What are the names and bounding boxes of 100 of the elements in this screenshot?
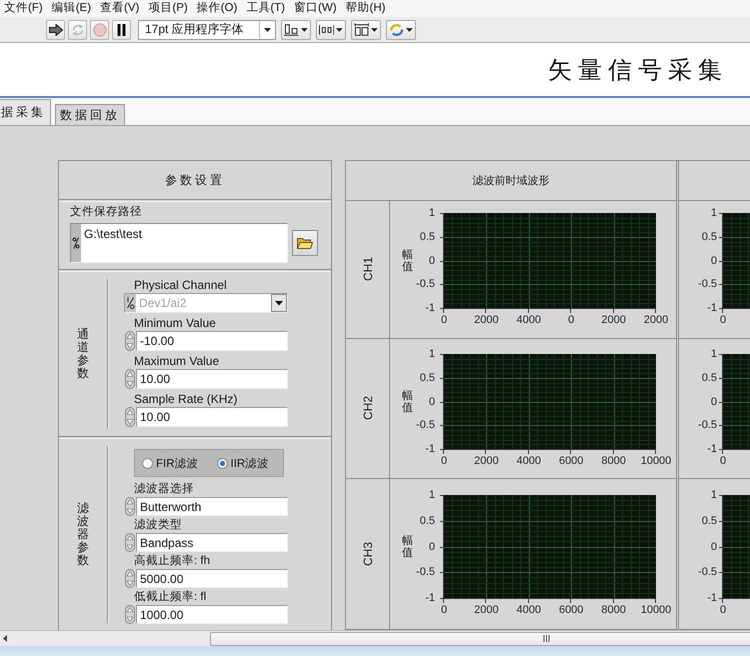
y-tick-label: 1 <box>710 488 717 502</box>
x-tick-label: 8000 <box>601 454 626 468</box>
run-button[interactable] <box>46 20 65 40</box>
x-axis <box>722 598 750 603</box>
y-tick-label: 1 <box>428 347 435 361</box>
reorder-menu-button[interactable] <box>386 20 416 40</box>
value-field[interactable]: 1000.00 <box>136 605 288 624</box>
spin-arrows-icon[interactable] <box>124 605 136 624</box>
pause-button[interactable] <box>112 20 131 40</box>
menu-item[interactable]: 项目(P) <box>148 1 188 16</box>
grip-icon <box>543 635 550 642</box>
caret-icon <box>301 28 308 32</box>
spin-arrows-icon[interactable] <box>124 369 136 389</box>
value-field[interactable]: 10.00 <box>136 369 288 389</box>
resize-menu-button[interactable] <box>351 20 381 40</box>
field-label: 高截止频率: fh <box>133 554 211 569</box>
field-label: 文件保存路径 <box>70 205 143 219</box>
y-tick-label: 0 <box>428 540 435 554</box>
x-tick-label: 2000 <box>474 454 499 468</box>
arrow-icon <box>48 24 62 36</box>
value-field[interactable]: 5000.00 <box>136 569 288 588</box>
field-label: Minimum Value <box>133 315 217 331</box>
y-tick-label: -0.5 <box>416 565 435 580</box>
y-tick-label: 0 <box>428 394 435 408</box>
align-menu-button[interactable] <box>281 20 311 40</box>
value-field[interactable]: Bandpass <box>136 533 288 552</box>
value-field[interactable]: -10.00 <box>136 331 288 351</box>
caret-icon <box>406 28 413 32</box>
menu-item[interactable]: 编辑(E) <box>52 1 92 16</box>
y-tick-label: 0.5 <box>420 370 435 385</box>
y-tick-label: -1 <box>425 442 435 456</box>
column-title: 滤波前时域波形 <box>472 174 550 188</box>
y-tick-label: 0 <box>710 540 717 554</box>
y-tick-label: 1 <box>710 206 717 220</box>
scrollbar-thumb[interactable] <box>210 632 750 646</box>
scroll-left-icon[interactable] <box>3 635 7 642</box>
panel-title: 矢量信号采集 <box>548 56 728 86</box>
x-tick-label: 6000 <box>558 603 584 617</box>
menu-item[interactable]: 窗口(W) <box>294 1 337 16</box>
y-tick-label: -1 <box>707 591 717 605</box>
tab[interactable]: 据采集 <box>0 99 51 125</box>
x-tick-label: 4000 <box>516 603 542 617</box>
y-tick-label: 1 <box>710 347 717 361</box>
field-label: Physical Channel <box>133 277 228 293</box>
y-tick-label: 0.5 <box>702 370 717 385</box>
tab[interactable]: 数据回放 <box>55 104 125 125</box>
radio-option[interactable]: FIR滤波 <box>142 456 199 470</box>
channel-label: CH1 <box>360 257 374 282</box>
browse-button[interactable] <box>292 230 318 256</box>
x-tick-label: 2000 <box>601 313 626 327</box>
y-tick-label: 0.5 <box>702 230 717 244</box>
x-tick-label: 0 <box>720 603 726 617</box>
path-field[interactable]: G:\test\test <box>70 223 288 263</box>
spin-arrows-icon[interactable] <box>124 569 136 588</box>
x-tick-label: 0 <box>720 454 726 468</box>
x-tick-label: 2000 <box>644 313 668 327</box>
x-tick-label: 0 <box>440 313 448 327</box>
x-tick-label: 0 <box>568 313 574 327</box>
path-type-icon <box>71 224 81 262</box>
x-axis <box>722 448 750 454</box>
menu-item[interactable]: 查看(V) <box>100 1 140 16</box>
distribute-menu-button[interactable] <box>316 20 346 40</box>
value-field[interactable]: Butterworth <box>136 497 288 516</box>
x-tick-label: 0 <box>720 313 726 327</box>
channel-type-icon <box>125 294 136 312</box>
font-dropdown[interactable]: 17pt 应用程序字体 <box>138 20 276 40</box>
y-tick-label: 0 <box>710 394 717 408</box>
menu-item[interactable]: 操作(O) <box>196 1 238 16</box>
y-tick-label: 0.5 <box>702 514 717 528</box>
menu-item[interactable]: 工具(T) <box>246 1 286 16</box>
spin-arrows-icon[interactable] <box>124 497 136 516</box>
radio-option[interactable]: IIR滤波 <box>216 456 270 470</box>
aligned-boxes-icon <box>284 22 300 36</box>
section-title: 滤波器参数 <box>77 502 89 568</box>
x-tick-label: 10000 <box>640 603 672 617</box>
y-axis-title: 幅值 <box>402 534 413 559</box>
y-tick-label: -0.5 <box>416 277 435 292</box>
horizontal-scrollbar[interactable] <box>0 630 750 646</box>
spin-arrows-icon[interactable] <box>124 533 136 552</box>
stop-circle-icon <box>92 22 106 36</box>
field-label: Maximum Value <box>133 353 220 369</box>
field-label: Sample Rate (KHz) <box>133 391 238 407</box>
value-field[interactable]: 10.00 <box>136 407 288 427</box>
x-tick-label: 2000 <box>474 313 499 327</box>
menu-item[interactable]: 文件(F) <box>4 1 43 16</box>
section-title: 通道参数 <box>77 328 89 380</box>
y-tick-label: 0.5 <box>420 514 435 528</box>
channel-label: CH2 <box>360 396 374 420</box>
y-axis-title: 幅值 <box>402 389 413 414</box>
spin-arrows-icon[interactable] <box>124 331 136 351</box>
caret-icon <box>264 28 271 32</box>
spin-arrows-icon[interactable] <box>124 407 136 427</box>
y-tick-label: -1 <box>425 591 435 605</box>
menu-item[interactable]: 帮助(H) <box>346 1 386 16</box>
x-tick-label: 0 <box>440 603 448 617</box>
y-tick-label: -0.5 <box>416 418 435 432</box>
x-tick-label: 4000 <box>516 454 542 468</box>
circular-arrows-icon <box>70 22 84 36</box>
y-tick-label: -0.5 <box>698 565 717 580</box>
x-tick-label: 10000 <box>640 454 672 468</box>
